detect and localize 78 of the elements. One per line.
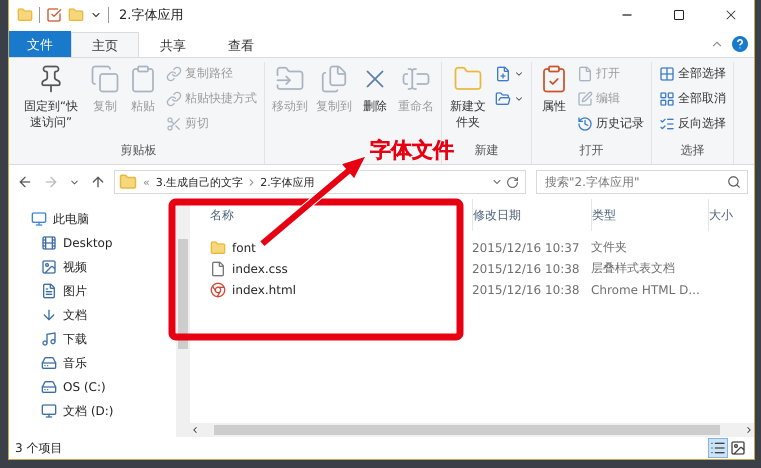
ribbon-tab[interactable]: 共享 bbox=[139, 32, 207, 58]
file-date: 2015/12/16 10:37 bbox=[472, 240, 581, 254]
folder-icon bbox=[17, 7, 33, 23]
nav-icon bbox=[41, 307, 57, 323]
address-bar[interactable]: « 3.生成自己的文字 2.字体应用 bbox=[114, 170, 526, 194]
ribbon-command[interactable]: 历史记录 bbox=[574, 112, 647, 135]
nav-item[interactable]: OS (C:) bbox=[31, 375, 176, 399]
ribbon-command[interactable]: 属性 bbox=[536, 62, 572, 142]
item-count: 3 个项目 bbox=[15, 440, 62, 456]
command-icon bbox=[495, 90, 511, 106]
file-date: 2015/12/16 10:38 bbox=[472, 282, 581, 296]
nav-icon bbox=[41, 403, 57, 419]
column-header[interactable]: 类型 bbox=[592, 206, 616, 224]
browser-icon bbox=[210, 282, 226, 298]
nav-icon bbox=[41, 235, 57, 251]
file-type: 层叠样式表文档 bbox=[591, 260, 676, 277]
search-field[interactable]: 搜索"2.字体应用" bbox=[536, 170, 748, 194]
nav-item[interactable]: 文档 (D:) bbox=[31, 399, 176, 423]
nav-icon bbox=[41, 259, 57, 275]
file-name[interactable]: index.html bbox=[232, 282, 296, 296]
overflow-chevron[interactable]: « bbox=[143, 176, 150, 188]
nav-icon bbox=[41, 355, 57, 371]
file-type: Chrome HTML D... bbox=[591, 282, 701, 296]
nav-item[interactable]: 图片 bbox=[31, 279, 176, 303]
file-name[interactable]: font bbox=[232, 240, 256, 254]
annotation-label: 字体文件 bbox=[370, 137, 454, 164]
folder-icon bbox=[210, 240, 226, 256]
command-icon bbox=[577, 66, 593, 82]
nav-item[interactable]: Desktop bbox=[31, 231, 176, 255]
ribbon-tab[interactable]: 查看 bbox=[207, 32, 275, 58]
maximize-icon bbox=[673, 9, 685, 21]
command-icon bbox=[166, 116, 182, 132]
file-type: 文件夹 bbox=[591, 239, 628, 256]
nav-item[interactable]: 文档 bbox=[31, 303, 176, 327]
file-icon bbox=[210, 260, 226, 276]
ribbon-tab[interactable]: 主页 bbox=[71, 32, 139, 58]
column-header[interactable]: 修改日期 bbox=[473, 206, 521, 224]
nav-item[interactable]: 视频 bbox=[31, 255, 176, 279]
command-icon bbox=[166, 66, 182, 82]
group-label: 新建 bbox=[474, 142, 500, 159]
properties-icon[interactable] bbox=[46, 7, 62, 23]
ribbon-command[interactable]: 固定到“快速访问” bbox=[17, 62, 85, 142]
ribbon-command[interactable]: 全部选择 bbox=[656, 62, 729, 85]
file-date: 2015/12/16 10:38 bbox=[472, 262, 581, 276]
column-header[interactable]: 大小 bbox=[709, 206, 733, 224]
nav-icon bbox=[31, 211, 47, 227]
command-icon bbox=[166, 90, 182, 106]
refresh-icon[interactable] bbox=[506, 176, 519, 188]
nav-icon bbox=[41, 283, 57, 299]
ribbon-command[interactable]: 反向选择 bbox=[656, 112, 729, 135]
breadcrumb[interactable]: 3.生成自己的文字 bbox=[156, 174, 244, 190]
window-title: 2.字体应用 bbox=[119, 7, 184, 24]
column-header[interactable]: 名称 bbox=[210, 206, 234, 224]
command-icon bbox=[90, 64, 120, 94]
command-icon bbox=[495, 66, 511, 82]
search-icon bbox=[727, 175, 741, 189]
nav-icon bbox=[41, 331, 57, 347]
command-icon bbox=[577, 116, 593, 132]
nav-item[interactable]: 音乐 bbox=[31, 351, 176, 375]
nav-item[interactable]: 下载 bbox=[31, 327, 176, 351]
help-icon[interactable] bbox=[732, 36, 748, 52]
file-name[interactable]: index.css bbox=[232, 262, 288, 276]
command-icon bbox=[659, 66, 675, 82]
ribbon-tab[interactable]: 文件 bbox=[9, 31, 71, 58]
command-icon bbox=[659, 90, 675, 106]
group-label: 选择 bbox=[680, 142, 706, 159]
group-label: 打开 bbox=[578, 142, 604, 159]
command-icon bbox=[577, 90, 593, 106]
scrollbar[interactable] bbox=[190, 423, 754, 437]
ribbon-command[interactable]: 全部取消 bbox=[656, 87, 729, 110]
breadcrumb[interactable]: 2.字体应用 bbox=[260, 174, 315, 190]
nav-icon bbox=[41, 379, 57, 395]
details-view-button[interactable] bbox=[708, 438, 728, 458]
group-label: 剪贴板 bbox=[120, 142, 158, 159]
nav-item[interactable]: 此电脑 bbox=[31, 207, 176, 231]
command-icon bbox=[659, 116, 675, 132]
folder-icon bbox=[119, 173, 137, 191]
command-icon bbox=[319, 64, 349, 94]
